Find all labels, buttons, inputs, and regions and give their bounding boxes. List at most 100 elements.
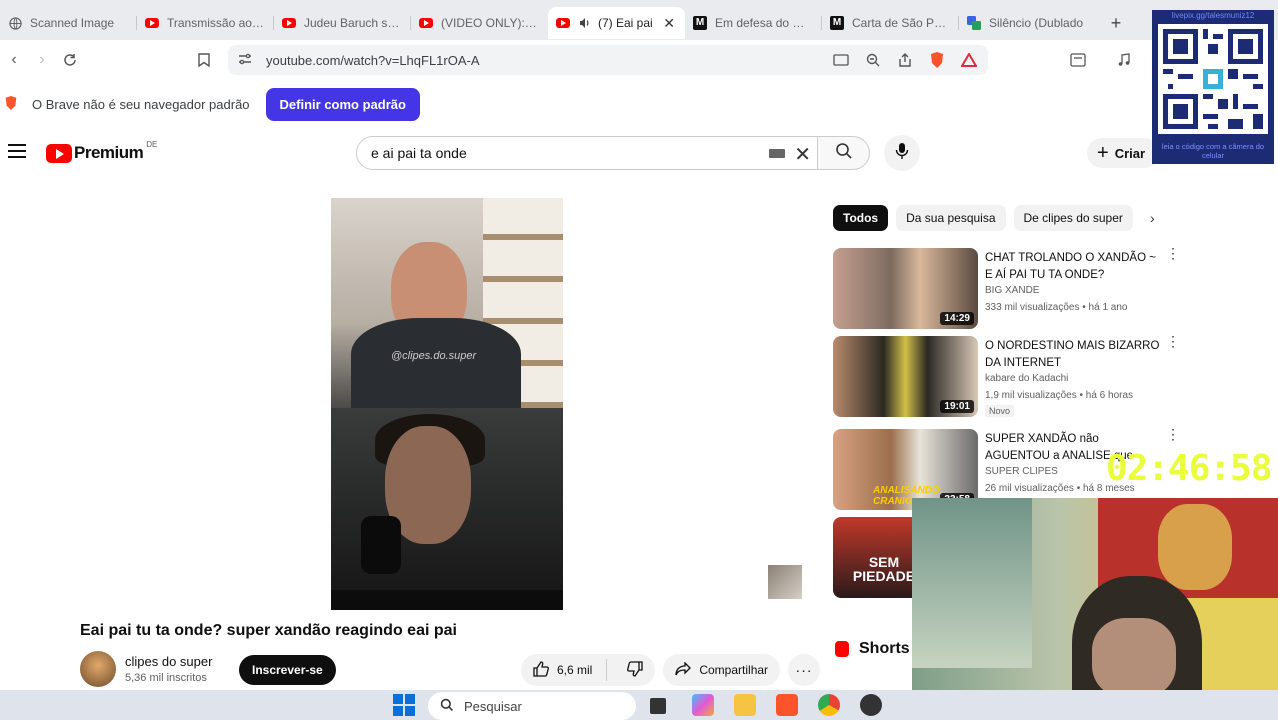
tab-transmissao[interactable]: Transmissão ao vivo xyxy=(137,7,274,39)
globe-icon xyxy=(8,16,22,30)
kebab-menu-icon[interactable]: ⋮ xyxy=(1166,334,1180,348)
channel-name[interactable]: clipes do super xyxy=(125,654,212,669)
share-button[interactable]: Compartilhar xyxy=(663,654,781,686)
tab-title: Transmissão ao vivo xyxy=(167,16,264,30)
brave-taskbar-icon[interactable] xyxy=(776,694,798,716)
url-text: youtube.com/watch?v=LhqFL1rOA-A xyxy=(266,52,480,68)
new-badge: Novo xyxy=(985,405,1015,417)
qr-code-overlay: livepix.gg/talesmuniz12 leia o código co… xyxy=(1152,10,1274,164)
back-icon[interactable]: ‹ xyxy=(0,46,28,74)
plus-icon: + xyxy=(1097,141,1109,164)
chip-all[interactable]: Todos xyxy=(833,205,889,231)
tab-title: (VIDEO ONLY): Po xyxy=(441,16,538,30)
video-phone xyxy=(361,516,401,574)
screen: Scanned Image Transmissão ao vivo Judeu … xyxy=(0,0,1278,720)
recommendation-channel[interactable]: SUPER CLIPES xyxy=(985,466,1058,477)
create-label: Criar xyxy=(1114,145,1146,161)
channel-row: clipes do super 5,36 mil inscritos Inscr… xyxy=(80,651,340,687)
brave-rewards-icon[interactable] xyxy=(958,49,980,71)
file-explorer-icon[interactable] xyxy=(734,694,756,716)
video-duration: 14:29 xyxy=(940,312,974,325)
menu-icon[interactable] xyxy=(6,140,28,162)
search-input[interactable]: e ai pai ta onde ✕ xyxy=(356,136,818,170)
video-inner-toolbar xyxy=(331,590,563,610)
recommendation-item[interactable]: 14:29 CHAT TROLANDO O XANDÃO ~ E AÍ PAI … xyxy=(833,246,1180,330)
clear-search-icon[interactable]: ✕ xyxy=(794,142,811,167)
webcam-icon-painting xyxy=(1158,504,1232,590)
set-default-button[interactable]: Definir como padrão xyxy=(265,87,420,121)
like-button[interactable]: 6,6 mil xyxy=(533,660,592,680)
app-icon[interactable] xyxy=(860,694,882,716)
share-label: Compartilhar xyxy=(699,663,769,677)
zoom-icon[interactable] xyxy=(862,49,884,71)
close-tab-icon[interactable]: ✕ xyxy=(663,15,675,32)
webcam-overlay xyxy=(912,498,1278,720)
reload-icon[interactable] xyxy=(56,46,84,74)
task-view-icon[interactable] xyxy=(650,698,666,714)
taskbar-search[interactable]: Pesquisar xyxy=(428,692,636,720)
video-thumbnail[interactable]: 14:29 xyxy=(833,248,978,329)
speaker-icon[interactable] xyxy=(578,16,592,30)
mini-thumbnail[interactable] xyxy=(768,565,802,599)
recommendation-title[interactable]: CHAT TROLANDO O XANDÃO ~ E AÍ PAI TU TA … xyxy=(985,250,1161,284)
sidebar-icon[interactable] xyxy=(1064,46,1092,74)
youtube-logo-icon xyxy=(46,143,72,163)
tab-em-defesa-do-papa[interactable]: M Em defesa do Papa xyxy=(685,7,822,39)
recommendation-channel[interactable]: kabare do Kadachi xyxy=(985,373,1068,384)
youtube-header: Premium DE e ai pai ta onde ✕ + Criar xyxy=(0,132,1278,172)
youtube-premium-logo[interactable]: Premium DE xyxy=(46,140,157,163)
chip-from-channel[interactable]: De clipes do super xyxy=(1013,205,1133,231)
kebab-menu-icon[interactable]: ⋮ xyxy=(1166,427,1180,441)
search-query: e ai pai ta onde xyxy=(371,145,467,161)
video-thumbnail[interactable]: 19:01 xyxy=(833,336,978,417)
translate-icon xyxy=(967,16,981,30)
forward-icon[interactable]: › xyxy=(28,46,56,74)
dislike-button[interactable] xyxy=(615,660,655,680)
tab-title: Em defesa do Papa xyxy=(715,16,812,30)
like-dislike-group: 6,6 mil xyxy=(521,654,656,686)
qr-code-image xyxy=(1158,24,1268,134)
shorts-icon xyxy=(835,641,849,657)
kebab-menu-icon[interactable]: ⋮ xyxy=(1166,246,1180,260)
chevron-right-icon[interactable]: › xyxy=(1150,210,1155,226)
browser-toolbar: ‹ › youtube.com/watch?v=LhqFL1rOA-A xyxy=(0,40,1278,80)
channel-avatar[interactable] xyxy=(80,651,116,687)
site-settings-icon[interactable] xyxy=(238,53,252,68)
tab-video-only[interactable]: (VIDEO ONLY): Po xyxy=(411,7,548,39)
tab-judeu-baruch[interactable]: Judeu Baruch sobre xyxy=(274,7,411,39)
video-player[interactable]: @clipes.do.super xyxy=(331,198,563,610)
medium-icon: M xyxy=(693,16,707,30)
tab-title: (7) Eai pai xyxy=(598,16,653,30)
tab-eai-pai[interactable]: (7) Eai pai ✕ xyxy=(548,7,685,39)
tab-carta-de-sao-paulo[interactable]: M Carta de São Paulo xyxy=(822,7,959,39)
recommendation-meta: 1,9 mil visualizações • há 6 horas xyxy=(985,390,1134,401)
search-icon xyxy=(440,698,454,715)
subscribe-button[interactable]: Inscrever-se xyxy=(239,655,336,685)
chrome-icon[interactable] xyxy=(818,694,840,716)
chip-from-search[interactable]: Da sua pesquisa xyxy=(896,205,1006,231)
video-actions: 6,6 mil Compartilhar ··· xyxy=(521,654,821,686)
windows-start-icon[interactable] xyxy=(393,694,415,716)
address-bar[interactable]: youtube.com/watch?v=LhqFL1rOA-A xyxy=(228,45,988,75)
shorts-section-title: Shorts xyxy=(835,640,910,658)
recommendation-title[interactable]: O NORDESTINO MAIS BIZARRO DA INTERNET xyxy=(985,338,1161,372)
more-actions-button[interactable]: ··· xyxy=(788,654,821,686)
recommendation-channel[interactable]: BIG XANDE xyxy=(985,285,1039,296)
voice-search-button[interactable] xyxy=(884,135,920,171)
bookmark-icon[interactable] xyxy=(190,46,218,74)
youtube-icon xyxy=(419,16,433,30)
search-button[interactable] xyxy=(818,136,870,170)
new-tab-button[interactable]: + xyxy=(1102,9,1130,37)
copilot-icon[interactable] xyxy=(692,694,714,716)
recommendation-item[interactable]: 19:01 O NORDESTINO MAIS BIZARRO DA INTER… xyxy=(833,334,1180,418)
keyboard-icon[interactable] xyxy=(769,149,785,158)
tab-silencio[interactable]: Silêncio (Dublado xyxy=(959,7,1096,39)
tab-title: Judeu Baruch sobre xyxy=(304,16,401,30)
media-icon[interactable] xyxy=(1110,46,1138,74)
cast-icon[interactable] xyxy=(830,49,852,71)
share-page-icon[interactable] xyxy=(894,49,916,71)
create-button[interactable]: + Criar xyxy=(1087,138,1160,168)
browser-tab-strip: Scanned Image Transmissão ao vivo Judeu … xyxy=(0,0,1278,40)
tab-scanned-image[interactable]: Scanned Image xyxy=(0,7,137,39)
brave-shields-icon[interactable] xyxy=(926,49,948,71)
